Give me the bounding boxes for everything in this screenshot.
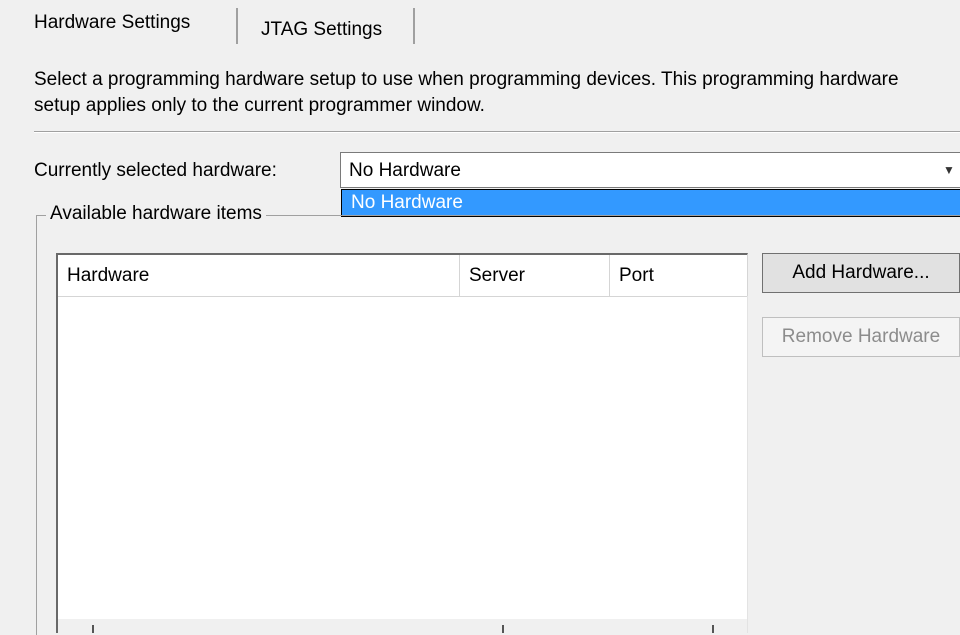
remove-hardware-button[interactable]: Remove Hardware [762,317,960,357]
available-hardware-legend: Available hardware items [46,203,266,225]
scroll-column-marker [92,625,94,633]
tab-divider [413,8,415,44]
tab-hardware-settings[interactable]: Hardware Settings [18,0,236,44]
chevron-down-icon[interactable]: ▼ [939,154,959,186]
column-header-port[interactable]: Port [610,255,748,296]
horizontal-scrollbar[interactable] [58,619,747,633]
hardware-dropdown-list: No Hardware [341,189,960,217]
hardware-select[interactable]: No Hardware ▼ [340,152,960,188]
column-header-server[interactable]: Server [460,255,610,296]
scroll-column-marker [712,625,714,633]
description-text: Select a programming hardware setup to u… [34,69,899,116]
scroll-column-marker [502,625,504,633]
separator-highlight [34,132,960,133]
currently-selected-hardware-label: Currently selected hardware: [34,160,277,181]
hardware-list[interactable]: Hardware Server Port [56,253,748,633]
dropdown-option-no-hardware[interactable]: No Hardware [342,190,960,216]
add-hardware-button[interactable]: Add Hardware... [762,253,960,293]
hardware-list-header: Hardware Server Port [58,255,748,297]
hardware-select-value: No Hardware [349,160,461,181]
column-header-hardware[interactable]: Hardware [58,255,460,296]
tab-jtag-settings[interactable]: JTAG Settings [237,8,417,44]
tab-strip: Hardware Settings JTAG Settings [0,0,960,46]
